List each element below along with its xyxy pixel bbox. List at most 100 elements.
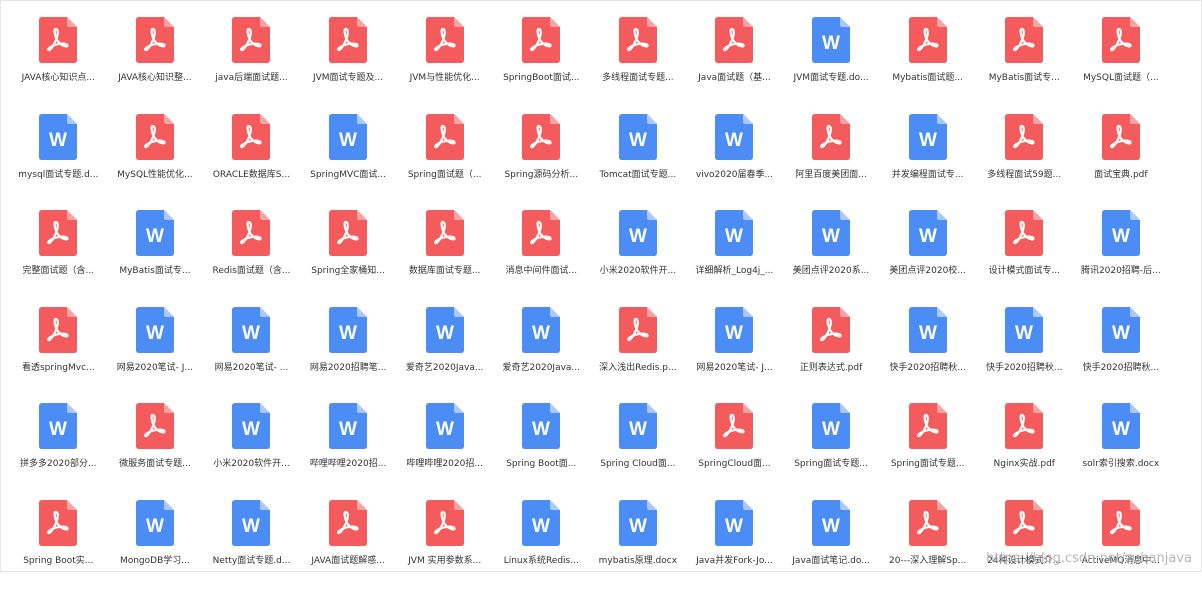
word-file-item[interactable]: W 爱奇艺2020Java... (493, 306, 590, 403)
pdf-file-item[interactable]: JAVA面试题解惑... (300, 499, 397, 596)
word-file-item[interactable]: W 并发编程面试专... (879, 113, 976, 210)
file-name-label: Spring面试题（... (407, 169, 482, 180)
svg-text:W: W (49, 130, 67, 151)
word-file-item[interactable]: W SpringMVC面试... (300, 113, 397, 210)
word-file-item[interactable]: Wvivo2020届春季... (686, 113, 783, 210)
word-file-item[interactable]: W MyBatis面试专... (107, 209, 204, 306)
word-file-item[interactable]: W Spring Cloud面... (590, 402, 687, 499)
word-file-item[interactable]: W Tomcat面试专题... (590, 113, 687, 210)
pdf-icon (715, 17, 754, 63)
pdf-file-item[interactable]: 面试宝典.pdf (1073, 113, 1170, 210)
pdf-file-item[interactable]: 设计模式面试专... (976, 209, 1073, 306)
pdf-file-item[interactable]: Redis面试题（含... (203, 209, 300, 306)
word-file-item[interactable]: W 美团点评2020系... (783, 209, 880, 306)
pdf-file-item[interactable]: SpringCloud面... (686, 402, 783, 499)
pdf-file-item[interactable]: 多线程面试59题... (976, 113, 1073, 210)
word-file-item[interactable]: W 网易2020笔试- J... (686, 306, 783, 403)
file-name-label: SpringCloud面... (698, 459, 771, 470)
pdf-file-item[interactable]: Spring面试专题... (879, 402, 976, 499)
pdf-file-item[interactable]: ORACLE数据库S... (203, 113, 300, 210)
word-file-item[interactable]: Wsolr索引搜索.docx (1073, 402, 1170, 499)
pdf-file-item[interactable]: MyBatis面试专... (976, 16, 1073, 113)
pdf-file-item[interactable]: Spring源码分析... (493, 113, 590, 210)
pdf-file-item[interactable]: java后端面试题... (203, 16, 300, 113)
word-file-item[interactable]: W 网易2020笔试- J... (107, 306, 204, 403)
pdf-file-item[interactable]: 微服务面试专题... (107, 402, 204, 499)
pdf-file-item[interactable]: 数据库面试专题... (396, 209, 493, 306)
svg-text:W: W (532, 516, 550, 537)
word-file-item[interactable]: W Netty面试专题.d... (203, 499, 300, 596)
pdf-icon (1101, 113, 1140, 160)
word-file-item[interactable]: W 网易2020笔试- ... (203, 306, 300, 403)
pdf-file-item[interactable]: Nginx实战.pdf (976, 402, 1073, 499)
pdf-file-item[interactable]: JAVA核心知识整... (107, 16, 204, 113)
file-name-label: 多线程面试专题... (602, 73, 674, 83)
word-file-item[interactable]: Wmybatis原理.docx (590, 499, 687, 596)
word-file-item[interactable]: W Spring面试专题... (783, 402, 880, 499)
word-file-item[interactable]: W 拼多多2020部分... (10, 402, 107, 499)
pdf-file-item[interactable]: 消息中间件面试... (493, 209, 590, 306)
file-name-label: 爱奇艺2020Java... (502, 362, 581, 373)
pdf-file-item[interactable]: 多线程面试专题... (590, 16, 687, 113)
word-icon: W (715, 210, 754, 257)
pdf-file-item[interactable]: Spring Boot实... (10, 499, 107, 596)
file-name-label: Java并发Fork-Jo... (696, 555, 773, 566)
word-file-item[interactable]: W Java面试笔记.do... (783, 499, 880, 596)
word-file-item[interactable]: W Linux系统Redis... (493, 499, 590, 596)
word-file-item[interactable]: W 美团点评2020校... (879, 209, 976, 306)
file-name-label: Java面试笔记.do... (792, 555, 870, 566)
pdf-file-item[interactable]: Spring面试题（... (396, 113, 493, 210)
pdf-file-item[interactable]: Java面试题（基... (686, 16, 783, 113)
word-file-item[interactable]: W 网易2020招聘笔... (300, 306, 397, 403)
word-icon: W (908, 306, 947, 353)
pdf-file-item[interactable]: 正则表达式.pdf (783, 306, 880, 403)
word-file-item[interactable]: W 哔哩哔哩2020招... (396, 402, 493, 499)
word-file-item[interactable]: W 快手2020招聘秋... (1073, 306, 1170, 403)
word-file-item[interactable]: W 快手2020招聘秋... (879, 306, 976, 403)
pdf-file-item[interactable]: MySQL面试题（... (1073, 16, 1170, 113)
pdf-file-item[interactable]: 24种设计模式介... (976, 499, 1073, 596)
word-file-item[interactable]: W 小米2020软件开... (203, 402, 300, 499)
word-file-item[interactable]: W MongoDB学习... (107, 499, 204, 596)
pdf-file-item[interactable]: JVM面试专题及... (300, 16, 397, 113)
word-icon: W (618, 210, 657, 257)
file-name-label: java后端面试题... (215, 73, 288, 83)
word-file-item[interactable]: W 快手2020招聘秋... (976, 306, 1073, 403)
word-file-item[interactable]: W 爱奇艺2020Java... (396, 306, 493, 403)
pdf-file-item[interactable]: ActiveMQ消息中... (1073, 499, 1170, 596)
pdf-file-item[interactable]: Spring全家桶知... (300, 209, 397, 306)
word-icon: W (329, 306, 368, 353)
pdf-file-item[interactable]: MySQL性能优化... (107, 113, 204, 210)
file-name-label: Spring全家桶知... (311, 266, 385, 277)
pdf-file-item[interactable]: JVM与性能优化... (396, 16, 493, 113)
pdf-icon (812, 113, 851, 160)
pdf-file-item[interactable]: JAVA核心知识点... (10, 16, 107, 113)
file-name-label: 哔哩哔哩2020招... (406, 459, 483, 470)
word-file-item[interactable]: W 哔哩哔哩2020招... (300, 402, 397, 499)
pdf-file-item[interactable]: 阿里百度美团面... (783, 113, 880, 210)
pdf-icon (618, 306, 657, 353)
word-file-item[interactable]: W 腾讯2020招聘-后... (1073, 209, 1170, 306)
word-file-item[interactable]: Wmysql面试专题.d... (10, 113, 107, 210)
pdf-file-item[interactable]: 深入浅出Redis.p... (590, 306, 687, 403)
pdf-icon (522, 17, 561, 63)
pdf-file-item[interactable]: 看透springMvc... (10, 306, 107, 403)
svg-text:W: W (436, 323, 454, 344)
word-file-item[interactable]: W JVM面试专题.do... (783, 16, 880, 113)
file-name-label: 并发编程面试专... (891, 169, 964, 180)
pdf-file-item[interactable]: Mybatis面试题... (879, 16, 976, 113)
pdf-file-item[interactable]: JVM 实用参数系... (396, 499, 493, 596)
word-file-item[interactable]: W Spring Boot面... (493, 402, 590, 499)
pdf-file-item[interactable]: 20---深入理解Sp... (879, 499, 976, 596)
svg-text:W: W (146, 516, 164, 537)
word-file-item[interactable]: W Java并发Fork-Jo... (686, 499, 783, 596)
file-name-label: 数据库面试专题... (408, 266, 481, 277)
word-file-item[interactable]: W 小米2020软件开... (590, 209, 687, 306)
file-name-label: MyBatis面试专... (988, 73, 1060, 83)
word-icon: W (812, 403, 851, 450)
word-icon: W (232, 499, 271, 546)
pdf-file-item[interactable]: 完整面试题（含... (10, 209, 107, 306)
pdf-file-item[interactable]: SpringBoot面试... (493, 16, 590, 113)
word-icon: W (1005, 306, 1044, 353)
word-file-item[interactable]: W 详细解析_Log4j_... (686, 209, 783, 306)
